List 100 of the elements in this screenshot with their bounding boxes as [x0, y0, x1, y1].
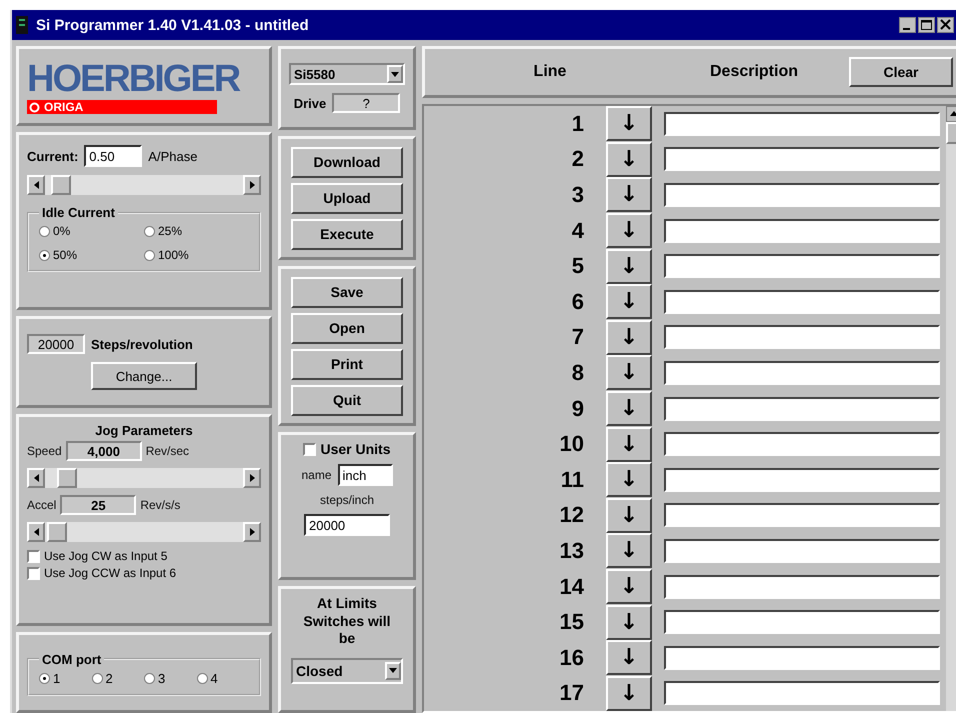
param-slider[interactable]	[27, 522, 261, 542]
change-button[interactable]: Change...	[91, 362, 197, 390]
insert-arrow-button[interactable]: ↓	[606, 106, 652, 142]
current-field[interactable]: 0.50	[84, 145, 142, 167]
action-button[interactable]: Execute	[291, 218, 403, 250]
radio-option[interactable]: 25%	[144, 224, 249, 238]
slider-thumb[interactable]	[50, 175, 71, 195]
description-field[interactable]	[664, 290, 940, 314]
line-number: 2	[570, 146, 584, 172]
scroll-right-icon[interactable]	[250, 528, 254, 536]
radio-option[interactable]: 50%	[39, 248, 144, 262]
line-number: 16	[558, 644, 584, 671]
description-field[interactable]	[664, 574, 940, 599]
description-field[interactable]	[664, 360, 940, 385]
radio-option[interactable]: 4	[196, 670, 249, 686]
insert-arrow-button[interactable]: ↓	[606, 248, 652, 284]
insert-arrow-button[interactable]: ↓	[606, 640, 652, 676]
description-field[interactable]	[664, 503, 940, 528]
user-units-checkbox[interactable]: User Units	[303, 441, 391, 457]
group-title: COM port	[41, 652, 102, 666]
param-slider[interactable]	[27, 468, 261, 488]
insert-arrow-button[interactable]: ↓	[606, 604, 652, 640]
radio-option[interactable]: 1	[39, 670, 92, 686]
description-field[interactable]	[664, 182, 940, 207]
insert-arrow-button[interactable]: ↓	[606, 676, 652, 711]
slider-thumb[interactable]	[46, 522, 67, 542]
action-button[interactable]: Download	[291, 146, 403, 178]
line-number: 8	[570, 360, 584, 386]
radio-option[interactable]: 3	[144, 670, 196, 686]
description-field[interactable]	[664, 147, 940, 172]
line-number: 9	[570, 396, 584, 422]
insert-arrow-button[interactable]: ↓	[606, 569, 652, 604]
insert-arrow-button[interactable]: ↓	[606, 391, 652, 426]
file-button[interactable]: Open	[291, 312, 403, 344]
scroll-left-icon[interactable]	[34, 528, 38, 536]
description-field[interactable]	[664, 325, 940, 350]
brand-logo-text: HOERBIGER	[27, 58, 241, 100]
scroll-right-icon[interactable]	[250, 474, 254, 482]
description-field[interactable]	[664, 432, 940, 456]
column-header: Line	[532, 63, 568, 81]
scroll-right-icon[interactable]	[250, 181, 254, 189]
drive-label: Drive	[294, 96, 326, 110]
insert-arrow-button[interactable]: ↓	[606, 320, 652, 355]
param-value: 4,000	[66, 441, 142, 461]
jog-checkbox[interactable]: Use Jog CW as Input 5	[27, 549, 261, 563]
description-field[interactable]	[664, 254, 940, 278]
description-field[interactable]	[664, 610, 940, 634]
window-title: Si Programmer 1.40 V1.41.03 - untitled	[36, 16, 309, 34]
description-field[interactable]	[664, 538, 940, 563]
description-field[interactable]	[664, 646, 940, 670]
name-label: name	[301, 468, 332, 482]
file-button[interactable]: Save	[291, 276, 403, 308]
minimize-icon[interactable]	[899, 17, 916, 33]
limits-label: At Limits Switches will be	[302, 595, 392, 648]
insert-arrow-button[interactable]: ↓	[606, 355, 652, 390]
param-value: 25	[60, 495, 136, 515]
line-number: 10	[558, 431, 584, 458]
line-number: 7	[570, 324, 584, 350]
description-field[interactable]	[664, 468, 940, 492]
jog-title: Jog Parameters	[94, 423, 194, 438]
insert-arrow-button[interactable]: ↓	[606, 142, 652, 177]
insert-arrow-button[interactable]: ↓	[606, 177, 652, 212]
action-button[interactable]: Upload	[291, 182, 403, 214]
description-field[interactable]	[664, 112, 940, 136]
insert-arrow-button[interactable]: ↓	[606, 498, 652, 533]
limits-dropdown[interactable]: Closed	[291, 658, 403, 684]
ring-icon	[29, 102, 40, 112]
current-slider[interactable]	[27, 175, 261, 195]
file-button[interactable]: Quit	[291, 384, 403, 416]
line-number: 6	[570, 288, 584, 315]
name-field[interactable]: inch	[338, 464, 393, 486]
clear-button[interactable]: Clear	[849, 57, 953, 87]
steps-value: 20000	[27, 334, 85, 354]
insert-arrow-button[interactable]: ↓	[606, 284, 652, 320]
description-field[interactable]	[664, 681, 940, 706]
param-label: Speed	[27, 444, 62, 458]
line-number: 3	[570, 182, 584, 208]
drive-dropdown[interactable]: Si5580	[289, 63, 405, 85]
description-field[interactable]	[664, 396, 940, 421]
scroll-left-icon[interactable]	[34, 474, 38, 482]
close-icon[interactable]	[937, 17, 954, 33]
jog-checkbox[interactable]: Use Jog CCW as Input 6	[27, 566, 261, 580]
maximize-icon[interactable]	[918, 17, 935, 33]
drive-value: ?	[332, 93, 400, 113]
radio-option[interactable]: 100%	[144, 248, 249, 262]
sub-brand-text: ORIGA	[44, 100, 84, 114]
file-button[interactable]: Print	[291, 348, 403, 380]
slider-thumb[interactable]	[56, 468, 77, 488]
line-number: 11	[560, 466, 584, 493]
insert-arrow-button[interactable]: ↓	[606, 462, 652, 498]
radio-option[interactable]: 2	[92, 670, 144, 686]
unit-label: A/Phase	[148, 148, 198, 164]
description-field[interactable]	[664, 218, 940, 243]
insert-arrow-button[interactable]: ↓	[606, 533, 652, 568]
radio-option[interactable]: 0%	[39, 224, 144, 238]
insert-arrow-button[interactable]: ↓	[606, 426, 652, 462]
steps-field[interactable]: 20000	[304, 514, 390, 536]
insert-arrow-button[interactable]: ↓	[606, 213, 652, 248]
scroll-left-icon[interactable]	[34, 181, 38, 189]
current-label: Current:	[27, 148, 78, 164]
